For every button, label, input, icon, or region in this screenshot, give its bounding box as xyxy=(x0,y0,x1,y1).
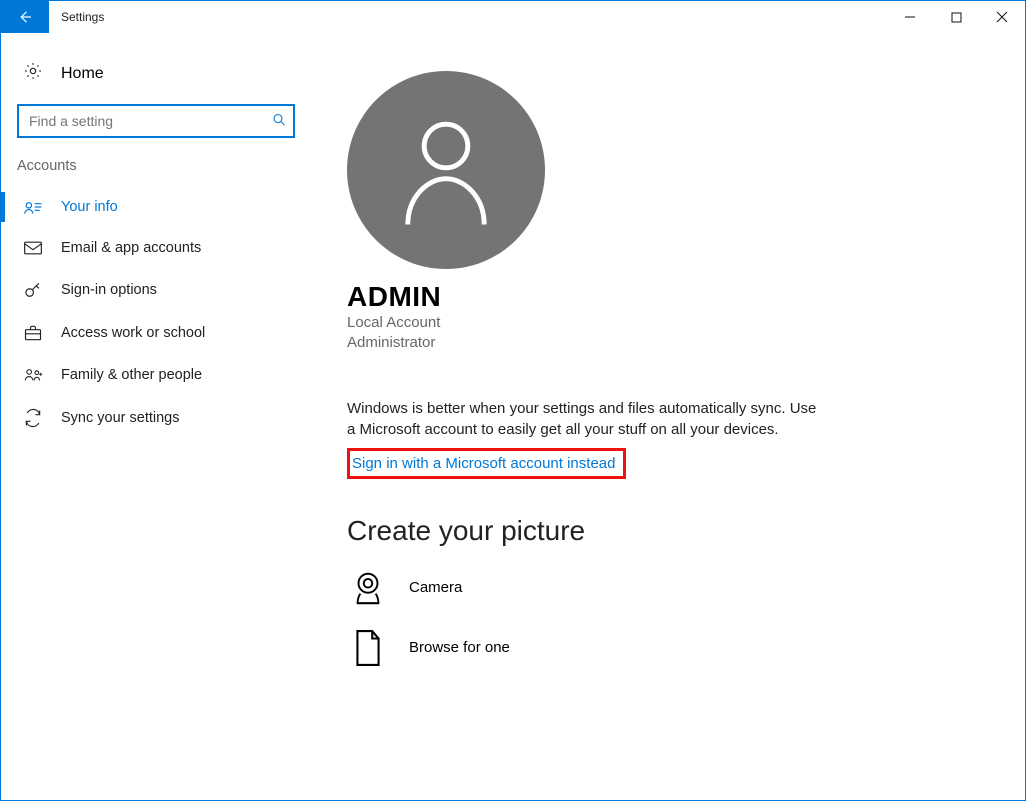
sidebar-item-your-info[interactable]: Your info xyxy=(1,186,311,228)
sidebar-item-label: Email & app accounts xyxy=(61,240,201,256)
camera-icon xyxy=(347,569,389,607)
sidebar-item-label: Access work or school xyxy=(61,325,205,341)
key-icon xyxy=(23,280,43,300)
search-input[interactable] xyxy=(17,104,295,138)
camera-option[interactable]: Camera xyxy=(347,569,985,607)
gear-icon xyxy=(23,61,43,86)
sidebar: Home Accounts Your info xyxy=(1,33,311,800)
sync-description: Windows is better when your settings and… xyxy=(347,398,817,440)
sidebar-item-label: Sync your settings xyxy=(61,410,179,426)
home-nav[interactable]: Home xyxy=(1,53,311,104)
home-label: Home xyxy=(61,65,104,83)
account-role: Administrator xyxy=(347,333,985,353)
account-type: Local Account xyxy=(347,313,985,333)
minimize-icon xyxy=(904,11,916,23)
maximize-button[interactable] xyxy=(933,1,979,33)
window-controls xyxy=(887,1,1025,33)
sidebar-section-label: Accounts xyxy=(1,158,311,186)
picture-heading: Create your picture xyxy=(347,515,985,547)
briefcase-icon xyxy=(23,324,43,342)
camera-label: Camera xyxy=(409,579,462,596)
minimize-button[interactable] xyxy=(887,1,933,33)
sidebar-item-label: Family & other people xyxy=(61,367,202,383)
user-name: ADMIN xyxy=(347,281,985,313)
browse-option[interactable]: Browse for one xyxy=(347,629,985,667)
title-bar: Settings xyxy=(1,1,1025,33)
close-icon xyxy=(996,11,1008,23)
mail-icon xyxy=(23,240,43,256)
sidebar-item-label: Sign-in options xyxy=(61,282,157,298)
signin-microsoft-link[interactable]: Sign in with a Microsoft account instead xyxy=(347,448,626,479)
sidebar-item-signin-options[interactable]: Sign-in options xyxy=(1,268,311,312)
person-icon xyxy=(391,110,501,230)
sidebar-item-sync[interactable]: Sync your settings xyxy=(1,396,311,440)
main-content: ADMIN Local Account Administrator Window… xyxy=(311,33,1025,800)
sidebar-item-label: Your info xyxy=(61,199,118,215)
arrow-left-icon xyxy=(16,8,34,26)
person-card-icon xyxy=(23,198,43,216)
maximize-icon xyxy=(951,12,962,23)
avatar xyxy=(347,71,545,269)
people-icon xyxy=(23,366,43,384)
window-title: Settings xyxy=(49,1,116,33)
browse-label: Browse for one xyxy=(409,639,510,656)
file-icon xyxy=(347,629,389,667)
close-button[interactable] xyxy=(979,1,1025,33)
sync-icon xyxy=(23,408,43,428)
search-container xyxy=(17,104,295,138)
sidebar-item-family[interactable]: Family & other people xyxy=(1,354,311,396)
sidebar-item-email-accounts[interactable]: Email & app accounts xyxy=(1,228,311,268)
back-button[interactable] xyxy=(1,1,49,33)
sidebar-item-access-work[interactable]: Access work or school xyxy=(1,312,311,354)
